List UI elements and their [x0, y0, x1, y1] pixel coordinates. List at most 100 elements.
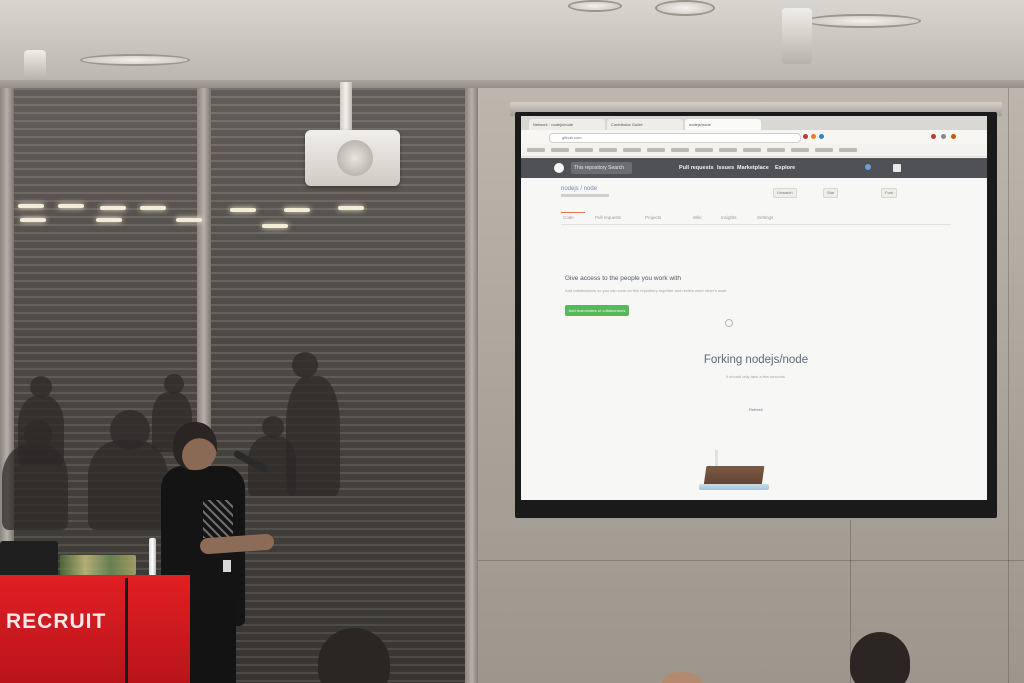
bookmark-item[interactable]	[767, 148, 785, 152]
back-room-light	[262, 224, 288, 228]
github-logo-icon[interactable]	[554, 163, 564, 173]
back-room-light	[284, 208, 310, 212]
tab-divider	[561, 224, 951, 225]
fork-button[interactable]: Fork	[881, 188, 897, 198]
audience-member-head	[850, 632, 910, 683]
bookmark-item[interactable]	[791, 148, 809, 152]
active-tab-indicator	[561, 212, 585, 213]
laptop-stickers	[60, 555, 136, 575]
bookmark-item[interactable]	[599, 148, 617, 152]
add-collaborators-button[interactable]: Add teammates or collaborators	[565, 305, 629, 316]
bookmark-item[interactable]	[815, 148, 833, 152]
background-person	[292, 352, 318, 378]
back-room-light	[58, 204, 84, 208]
back-room-light	[338, 206, 364, 210]
extension-icon[interactable]	[951, 134, 956, 139]
extension-icon[interactable]	[811, 134, 816, 139]
projection-screen: Network · nodejs/node Contributor Guide …	[521, 116, 987, 500]
wall-panel-seam	[1008, 88, 1009, 683]
unwatch-button[interactable]: Unwatch	[773, 188, 797, 198]
back-room-light	[176, 218, 202, 222]
projector-lens	[337, 140, 373, 176]
bookmarks-bar	[521, 144, 987, 157]
forking-illustration	[699, 450, 769, 492]
microphone-cable	[125, 578, 128, 683]
star-button[interactable]: Star	[823, 188, 839, 198]
nav-explore[interactable]: Explore	[775, 163, 795, 173]
nav-pull-requests[interactable]: Pull requests	[679, 163, 714, 173]
conference-room-scene: Network · nodejs/node Contributor Guide …	[0, 0, 1024, 683]
forking-title: Forking nodejs/node	[703, 354, 809, 366]
extension-icon[interactable]	[803, 134, 808, 139]
back-room-light	[18, 204, 44, 208]
invite-title: Give access to the people you work with	[565, 275, 681, 282]
nav-marketplace[interactable]: Marketplace	[737, 163, 769, 173]
bookmark-item[interactable]	[647, 148, 665, 152]
repo-search-field[interactable]: This repository Search	[571, 162, 632, 174]
dismiss-icon[interactable]	[725, 319, 733, 327]
browser-tab-active[interactable]: nodejs/node	[685, 119, 761, 130]
github-header: This repository Search Pull requests Iss…	[521, 158, 987, 178]
wall-panel-seam	[478, 560, 1024, 561]
back-room-light	[20, 218, 46, 222]
wooden-board	[703, 466, 765, 486]
forking-subtitle: It should only take a few seconds.	[725, 374, 787, 379]
bookmark-item[interactable]	[743, 148, 761, 152]
repo-path[interactable]: nodejs / node	[561, 186, 597, 192]
tab-settings[interactable]: Settings	[757, 215, 773, 220]
background-person	[88, 440, 168, 530]
extension-icon[interactable]	[819, 134, 824, 139]
ceiling-spotlight	[24, 50, 46, 80]
github-page-body: nodejs / node Unwatch Star Fork Code Pul…	[521, 178, 987, 500]
extension-icon[interactable]	[941, 134, 946, 139]
ceiling-light	[805, 14, 921, 28]
bookmark-item[interactable]	[527, 148, 545, 152]
bookmark-item[interactable]	[623, 148, 641, 152]
refresh-link[interactable]: Refresh	[671, 407, 841, 412]
address-text: github.com	[562, 135, 582, 140]
shirt-print	[203, 500, 233, 538]
ceiling-light	[80, 54, 190, 66]
tab-code[interactable]: Code	[563, 215, 574, 220]
browser-tab-strip: Network · nodejs/node Contributor Guide …	[521, 116, 987, 130]
background-person	[262, 416, 284, 438]
back-room-light	[230, 208, 256, 212]
browser-tab[interactable]: Network · nodejs/node	[529, 119, 605, 130]
name-badge	[223, 560, 231, 572]
invite-text: Add collaborators so you can work on thi…	[565, 288, 728, 293]
projector-mount	[340, 82, 352, 130]
bookmark-item[interactable]	[575, 148, 593, 152]
browser-toolbar: github.com	[521, 130, 987, 144]
back-room-light	[96, 218, 122, 222]
back-room-light	[100, 206, 126, 210]
water-bottle	[149, 538, 156, 576]
repo-fork-note	[561, 194, 609, 197]
presenter-head	[173, 422, 217, 470]
tab-projects[interactable]: Projects	[645, 215, 661, 220]
background-person	[164, 374, 184, 394]
glass-mullion	[465, 88, 479, 683]
bookmark-item[interactable]	[671, 148, 689, 152]
extension-icon[interactable]	[931, 134, 936, 139]
tab-pull-requests[interactable]: Pull requests	[595, 215, 621, 220]
tab-wiki[interactable]: Wiki	[693, 215, 702, 220]
address-bar[interactable]: github.com	[549, 133, 801, 143]
bookmark-item[interactable]	[551, 148, 569, 152]
background-person	[2, 444, 68, 530]
bookmark-item[interactable]	[839, 148, 857, 152]
avatar[interactable]	[893, 164, 901, 172]
tab-insights[interactable]: Insights	[721, 215, 737, 220]
illustration-base	[699, 484, 769, 490]
notifications-icon[interactable]	[865, 164, 871, 170]
nav-issues[interactable]: Issues	[717, 163, 734, 173]
background-person	[30, 376, 52, 398]
presenter-legs	[190, 600, 236, 683]
ceiling-spotlight	[782, 8, 812, 64]
bookmark-item[interactable]	[695, 148, 713, 152]
ceiling-light	[568, 0, 622, 12]
laptop	[0, 541, 58, 577]
bookmark-item[interactable]	[719, 148, 737, 152]
projector	[305, 130, 400, 186]
back-room-light	[140, 206, 166, 210]
browser-tab[interactable]: Contributor Guide	[607, 119, 683, 130]
